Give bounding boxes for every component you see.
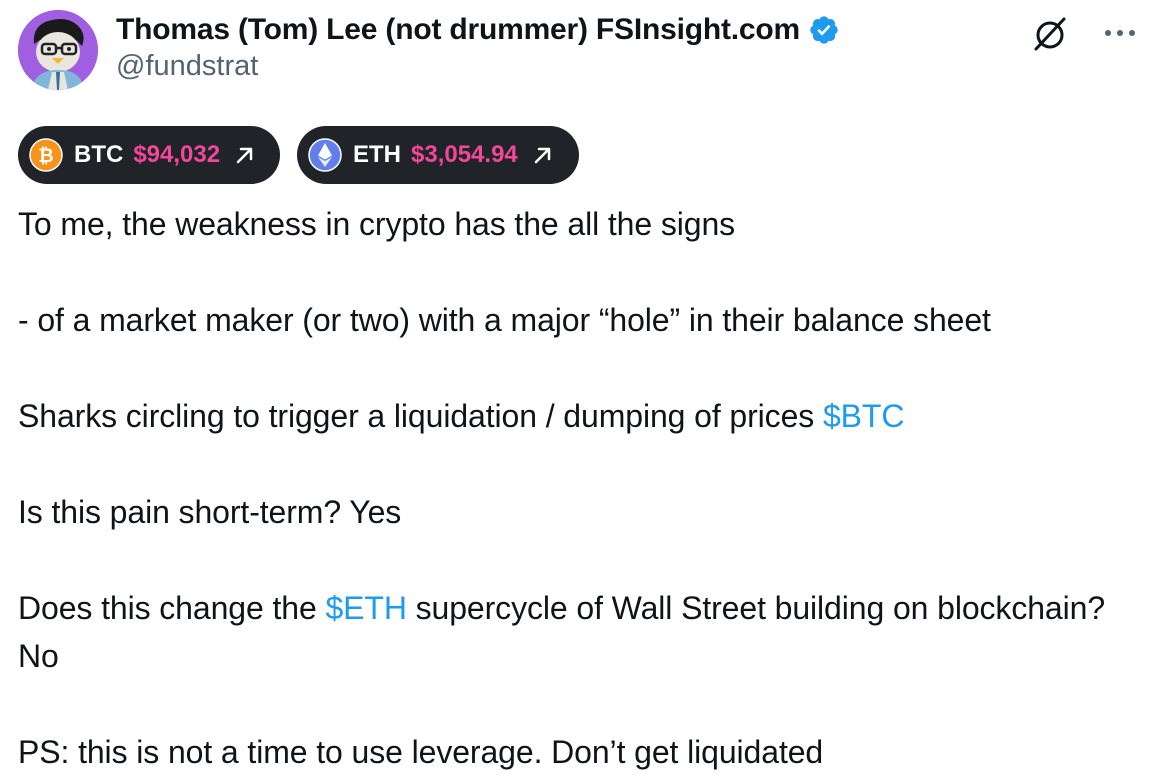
tweet-text-line: Sharks circling to trigger a liquidation… — [18, 398, 823, 434]
ticker-price: $94,032 — [133, 141, 221, 168]
tweet-paragraph: Is this pain short-term? Yes — [18, 488, 1138, 536]
ticker-symbol: ETH — [353, 141, 401, 168]
tweet-paragraph: Does this change the $ETH supercycle of … — [18, 584, 1138, 680]
author-handle[interactable]: @fundstrat — [116, 50, 258, 83]
arrow-up-right-icon — [532, 144, 554, 166]
tweet-paragraph: - of a market maker (or two) with a majo… — [18, 296, 1138, 344]
ticker-price: $3,054.94 — [411, 141, 518, 168]
cashtag-link-btc[interactable]: $BTC — [823, 398, 905, 434]
tweet-text-line: To me, the weakness in crypto has the al… — [18, 206, 736, 242]
tweet-text-line: Does this change the — [18, 590, 326, 626]
verified-badge-icon[interactable] — [808, 14, 840, 46]
tweet-text-line: PS: this is not a time to use leverage. … — [18, 734, 824, 770]
tweet-paragraph: Sharks circling to trigger a liquidation… — [18, 392, 1138, 440]
ticker-pill-eth[interactable]: ETH $3,054.94 — [297, 126, 579, 184]
tweet-body: To me, the weakness in crypto has the al… — [18, 200, 1138, 776]
author-display-name[interactable]: Thomas (Tom) Lee (not drummer) FSInsight… — [116, 13, 800, 47]
arrow-up-right-icon — [234, 144, 256, 166]
author-avatar[interactable] — [18, 10, 98, 90]
tweet-text-line: Is this pain short-term? Yes — [18, 494, 402, 530]
tweet-text-line: - of a market maker (or two) with a majo… — [18, 302, 991, 338]
grok-icon[interactable] — [1030, 14, 1070, 54]
ticker-symbol: BTC — [74, 141, 124, 168]
tweet-paragraph: PS: this is not a time to use leverage. … — [18, 728, 1138, 776]
ticker-pill-btc[interactable]: ₿ BTC $94,032 — [18, 126, 280, 184]
bitcoin-icon: ₿ — [28, 137, 64, 173]
more-options-icon[interactable] — [1098, 18, 1142, 48]
ethereum-icon — [307, 137, 343, 173]
svg-text:₿: ₿ — [38, 145, 53, 167]
cartoon-penguin-avatar-icon — [18, 10, 98, 90]
tweet-paragraph: To me, the weakness in crypto has the al… — [18, 200, 1138, 248]
cashtag-link-eth[interactable]: $ETH — [325, 590, 407, 626]
author-name-row: Thomas (Tom) Lee (not drummer) FSInsight… — [116, 10, 840, 50]
